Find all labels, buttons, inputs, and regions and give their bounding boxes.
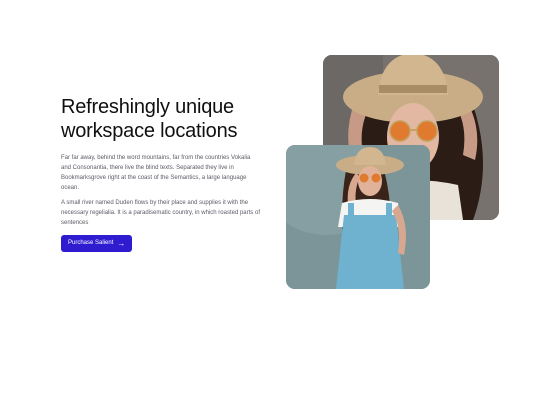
purchase-button-label: Purchase Salient bbox=[68, 240, 114, 246]
hero-headline: Refreshingly unique workspace locations bbox=[61, 95, 266, 143]
headline-line-1: Refreshingly unique bbox=[61, 96, 234, 118]
headline-line-2: workspace locations bbox=[61, 120, 238, 142]
woman-overalls-straw-hat-photo bbox=[286, 145, 430, 289]
arrow-right-icon: → bbox=[117, 239, 126, 248]
hero-paragraph-2: A small river named Duden flows by their… bbox=[61, 200, 260, 226]
purchase-button[interactable]: Purchase Salient → bbox=[61, 235, 133, 252]
hero-copy: Refreshingly unique workspace locations … bbox=[61, 95, 266, 252]
page: Refreshingly unique workspace locations … bbox=[0, 0, 560, 400]
hero-paragraph-1: Far far away, behind the word mountains,… bbox=[61, 155, 251, 191]
